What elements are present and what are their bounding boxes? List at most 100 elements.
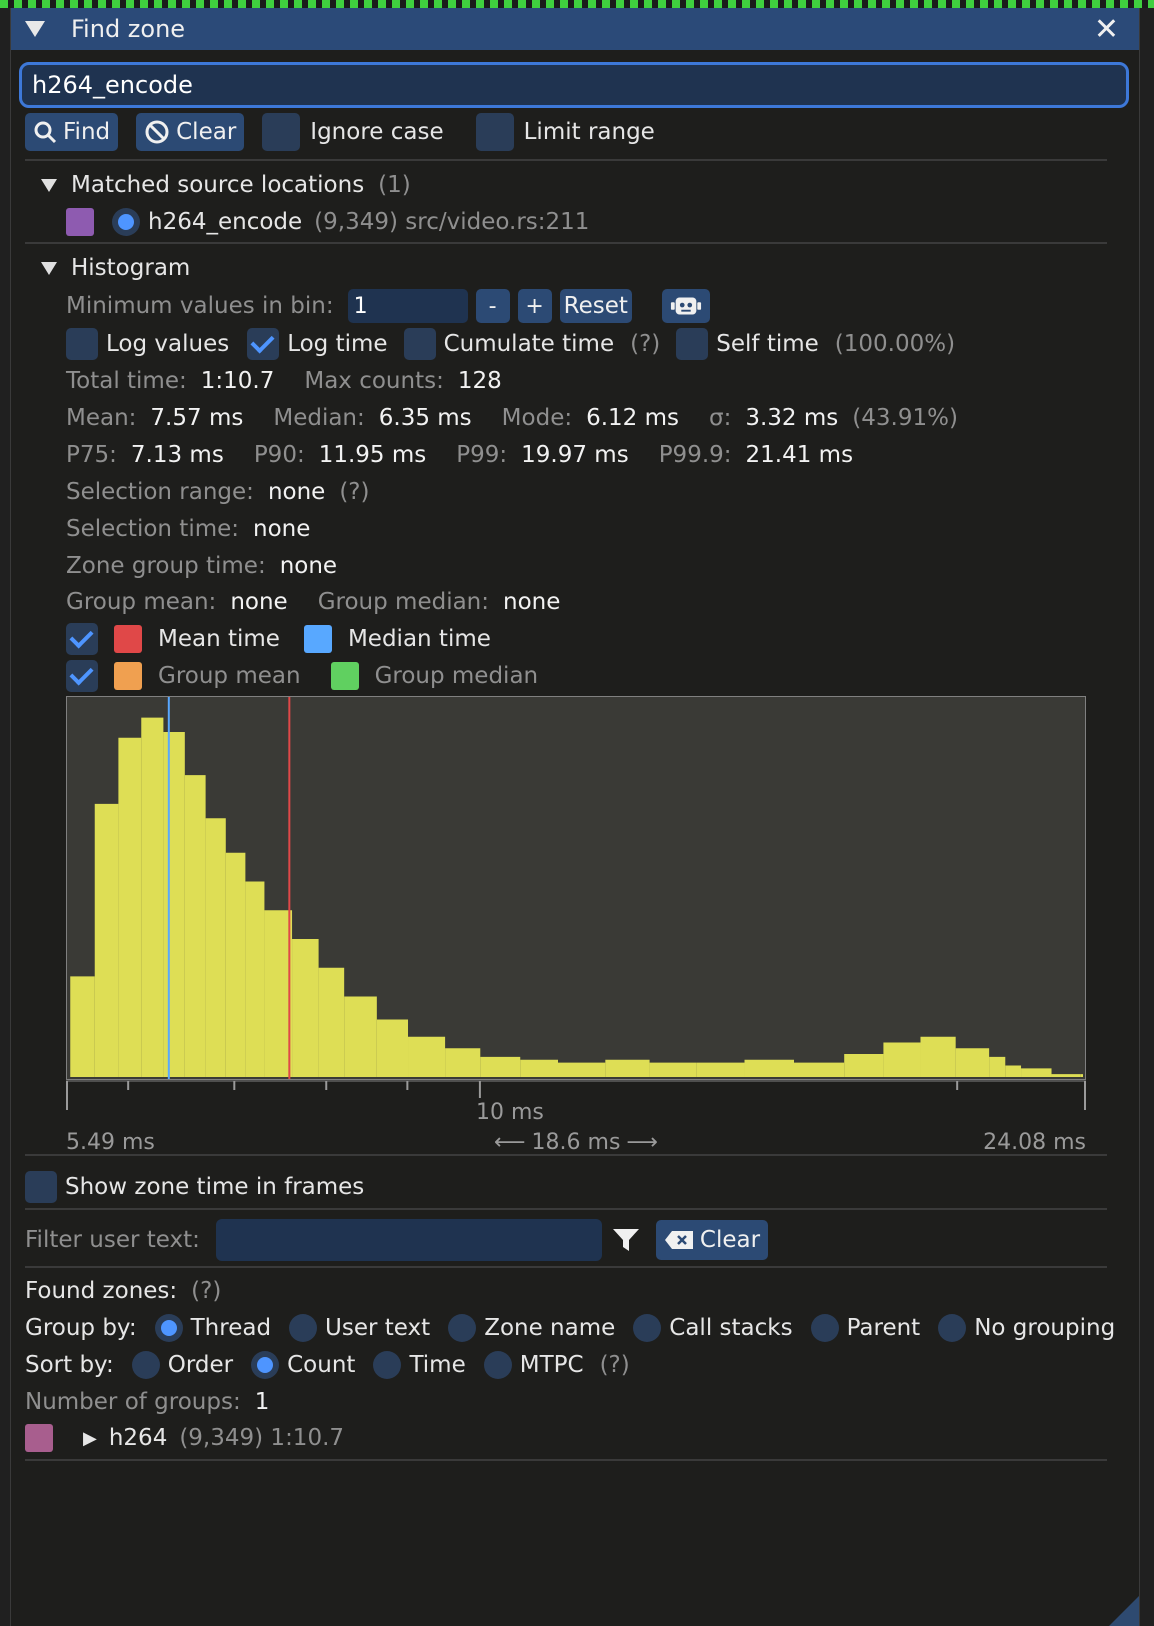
- sort-by-order-label[interactable]: Order: [168, 1352, 233, 1378]
- number-of-groups-label: Number of groups:: [25, 1389, 241, 1415]
- zone-group-time-value: none: [279, 553, 338, 579]
- resize-grip[interactable]: [1109, 1596, 1139, 1626]
- group-by-no-grouping-label[interactable]: No grouping: [974, 1315, 1115, 1341]
- median-time-swatch: [303, 625, 332, 653]
- background-timeline-left: [0, 8, 10, 1626]
- cumulate-help[interactable]: (?): [630, 331, 660, 357]
- histogram-bar: [920, 1036, 956, 1077]
- group-by-parent-label[interactable]: Parent: [847, 1315, 921, 1341]
- histogram-bar: [184, 775, 206, 1077]
- group-median-swatch: [330, 662, 359, 690]
- robot-button[interactable]: [661, 289, 710, 323]
- matched-section-header[interactable]: Matched source locations (1): [41, 168, 411, 202]
- find-button[interactable]: Find: [25, 113, 119, 151]
- histogram-section-header[interactable]: Histogram: [41, 251, 190, 285]
- axis-tick-label: 10 ms: [476, 1100, 544, 1125]
- selection-time-label: Selection time:: [66, 516, 240, 542]
- log-values-checkbox[interactable]: [66, 328, 98, 360]
- histogram-bar: [844, 1054, 884, 1077]
- clear-label: Clear: [176, 119, 237, 145]
- group-checkbox[interactable]: [66, 660, 98, 692]
- sigma-label: σ:: [709, 405, 732, 431]
- zone-frames-label: Show zone time in frames: [65, 1174, 365, 1200]
- axis-max-label: 24.08 ms: [983, 1130, 1086, 1155]
- filter-input[interactable]: [215, 1219, 602, 1261]
- filter-icon[interactable]: [612, 1227, 640, 1253]
- group-name[interactable]: h264: [109, 1425, 167, 1451]
- filter-label: Filter user text:: [25, 1227, 200, 1253]
- group-by-user-text-label[interactable]: User text: [325, 1315, 430, 1341]
- histogram-bar: [376, 1019, 409, 1077]
- reset-button[interactable]: Reset: [559, 289, 632, 323]
- source-location-radio[interactable]: [112, 208, 140, 236]
- zone-search-input[interactable]: [19, 62, 1129, 108]
- limit-range-label: Limit range: [523, 119, 655, 145]
- group-by-thread-radio[interactable]: [154, 1314, 183, 1342]
- close-icon[interactable]: ✕: [1094, 12, 1119, 47]
- histogram-chart[interactable]: [66, 696, 1086, 1080]
- group-by-parent-radio[interactable]: [810, 1314, 839, 1342]
- mean-time-label: Mean time: [158, 626, 280, 652]
- self-time-label: Self time: [716, 331, 819, 357]
- found-zones-help[interactable]: (?): [191, 1278, 221, 1304]
- limit-range-checkbox[interactable]: [475, 113, 514, 151]
- group-row[interactable]: ▶ h264 (9,349) 1:10.7: [25, 1421, 344, 1455]
- clear-button[interactable]: Clear: [136, 113, 245, 151]
- histogram-bar: [70, 976, 95, 1077]
- histogram-bar: [225, 852, 246, 1077]
- axis-ticks: [66, 1080, 1086, 1110]
- histogram-bar: [520, 1059, 559, 1077]
- selection-help[interactable]: (?): [339, 479, 369, 505]
- group-by-call-stacks-radio[interactable]: [633, 1314, 662, 1342]
- histogram-bar: [1051, 1074, 1081, 1077]
- ignore-case-checkbox[interactable]: [262, 113, 301, 151]
- expand-triangle-icon[interactable]: ▶: [83, 1428, 97, 1449]
- histogram-bar: [163, 732, 185, 1077]
- collapse-triangle-icon[interactable]: [25, 21, 45, 37]
- histogram-bar: [344, 996, 377, 1077]
- self-time-pct: (100.00%): [834, 331, 956, 357]
- group-by-thread-label[interactable]: Thread: [191, 1315, 271, 1341]
- log-time-label: Log time: [287, 331, 388, 357]
- group-mean-value: none: [230, 589, 288, 615]
- sort-by-time-label[interactable]: Time: [409, 1352, 465, 1378]
- decrement-button[interactable]: -: [475, 289, 510, 323]
- zone-frames-checkbox[interactable]: [25, 1171, 57, 1203]
- title-bar[interactable]: Find zone ✕: [11, 8, 1139, 50]
- mode-label: Mode:: [501, 405, 573, 431]
- increment-button[interactable]: +: [517, 289, 552, 323]
- sort-by-count-label[interactable]: Count: [287, 1352, 355, 1378]
- group-by-no-grouping-radio[interactable]: [938, 1314, 967, 1342]
- group-by-zone-name-radio[interactable]: [448, 1314, 477, 1342]
- group-by-call-stacks-label[interactable]: Call stacks: [669, 1315, 792, 1341]
- mean-label: Mean:: [66, 405, 137, 431]
- group-by-user-text-radio[interactable]: [289, 1314, 318, 1342]
- cumulate-time-checkbox[interactable]: [403, 328, 436, 360]
- histogram-bar: [445, 1048, 481, 1077]
- max-counts-label: Max counts:: [304, 368, 444, 394]
- group-by-zone-name-label[interactable]: Zone name: [484, 1315, 615, 1341]
- sort-help[interactable]: (?): [600, 1352, 630, 1378]
- histogram-bar: [408, 1036, 446, 1077]
- mean-time-checkbox[interactable]: [66, 623, 98, 655]
- min-values-label: Minimum values in bin:: [66, 293, 334, 319]
- log-time-checkbox[interactable]: [247, 328, 280, 360]
- sort-by-order-radio[interactable]: [131, 1351, 160, 1379]
- histogram-bar: [141, 717, 164, 1077]
- sort-by-mtpc-label[interactable]: MTPC: [520, 1352, 584, 1378]
- self-time-checkbox[interactable]: [676, 328, 709, 360]
- group-median-label: Group median:: [317, 589, 490, 615]
- histogram-bar: [696, 1062, 745, 1077]
- mean-time-swatch: [114, 625, 142, 653]
- max-counts-value: 128: [457, 368, 502, 394]
- clear-filter-button[interactable]: Clear: [655, 1220, 769, 1260]
- min-values-input[interactable]: [347, 289, 468, 323]
- sort-by-count-radio[interactable]: [251, 1351, 280, 1379]
- group-detail: (9,349) 1:10.7: [179, 1425, 345, 1451]
- robot-icon: [670, 297, 701, 315]
- histogram-plot[interactable]: [67, 697, 1085, 1079]
- source-location-name[interactable]: h264_encode: [148, 209, 302, 235]
- sort-by-mtpc-radio[interactable]: [483, 1351, 512, 1379]
- sort-by-time-radio[interactable]: [373, 1351, 402, 1379]
- histogram-bar: [205, 818, 226, 1077]
